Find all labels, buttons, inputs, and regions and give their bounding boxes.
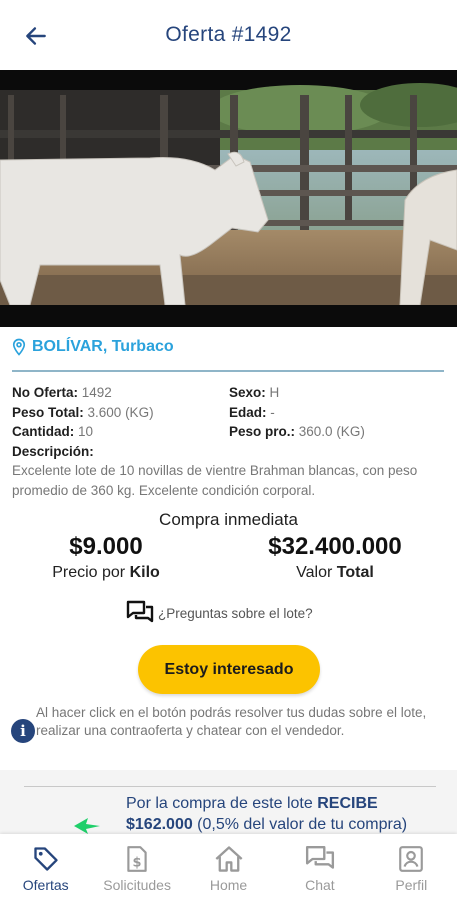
offer-details: No Oferta: 1492 Sexo: H Peso Total: 3.60… [12, 383, 448, 500]
questions-text: ¿Preguntas sobre el lote? [158, 605, 313, 621]
edad-label: Edad: [229, 404, 267, 420]
tag-icon [34, 847, 58, 871]
info-note: Al hacer click en el botón podrás resolv… [36, 705, 427, 738]
nav-item-chat[interactable]: Chat [274, 834, 365, 900]
map-pin-icon [12, 338, 26, 356]
no-oferta-value: 1492 [81, 385, 112, 400]
nav-item-home[interactable]: Home [183, 834, 274, 900]
edad-value: - [270, 404, 275, 420]
promo-amount: $162.000 [126, 816, 193, 833]
details-row: No Oferta: 1492 Sexo: H [12, 383, 448, 403]
nav-label-home: Home [209, 877, 248, 893]
nav-item-solicitudes[interactable]: $ Solicitudes [91, 834, 182, 900]
peso-pro-value: 360.0 (KG) [298, 424, 365, 439]
descripcion-value: Excelente lote de 10 novillas de vientre… [12, 463, 418, 498]
dollar-document-icon: $ [127, 846, 147, 872]
price-per-kilo-label: Precio por Kilo [26, 562, 186, 584]
details-row: Cantidad: 10 Peso pro.: 360.0 (KG) [12, 422, 448, 442]
page-title: Oferta #1492 [165, 23, 292, 46]
total-label-text: Valor [296, 564, 337, 581]
total-value: $32.400.000 [268, 533, 402, 560]
app-header: Oferta #1492 [0, 0, 457, 70]
divider [12, 370, 444, 372]
peso-pro-label: Peso pro.: [229, 424, 296, 439]
promo-text: Por la compra de este lote RECIBE $162.00… [126, 793, 456, 835]
details-row: Peso Total: 3.600 (KG) Edad: - [12, 403, 448, 423]
cantidad-value: 10 [78, 424, 94, 439]
chat-icon [305, 846, 334, 869]
interested-button[interactable]: Estoy interesado [138, 645, 320, 694]
sexo-value: H [269, 385, 280, 400]
cantidad-label: Cantidad: [12, 424, 75, 439]
promo-text-suffix: (0,5% del valor de tu compra) [192, 816, 408, 833]
buy-now-label: Compra inmediata [159, 510, 298, 529]
offer-photo[interactable] [0, 70, 457, 327]
questions-link[interactable]: ¿Preguntas sobre el lote? [126, 600, 313, 626]
back-button[interactable] [20, 20, 52, 52]
svg-text:$: $ [133, 856, 142, 871]
promo-text-prefix: Por la compra de este lote [126, 795, 318, 812]
nav-item-ofertas[interactable]: Ofertas [0, 834, 91, 900]
profile-icon [399, 846, 424, 872]
sexo-label: Sexo: [229, 385, 266, 400]
price-per-kilo-label-text: Precio por [52, 564, 130, 581]
total-label-bold: Total [336, 564, 374, 581]
nav-label-solicitudes: Solicitudes [103, 877, 171, 893]
cattle-photo [0, 70, 457, 327]
home-icon [215, 846, 242, 872]
location-text: BOLÍVAR, Turbaco [32, 338, 174, 355]
no-oferta-label: No Oferta: [12, 385, 79, 400]
chat-bubbles-icon [126, 600, 154, 623]
nav-label-perfil: Perfil [395, 877, 428, 893]
price-total: $32.400.000 Valor Total [240, 532, 430, 584]
offer-location[interactable]: BOLÍVAR, Turbaco [10, 337, 174, 357]
promo-text-bold: RECIBE [317, 795, 378, 812]
price-per-kilo: $9.000 Precio por Kilo [26, 532, 186, 584]
peso-total-label: Peso Total: [12, 404, 84, 420]
arrow-left-icon [26, 27, 46, 45]
total-label: Valor Total [240, 562, 430, 584]
nav-label-ofertas: Ofertas [22, 877, 69, 893]
price-per-kilo-label-bold: Kilo [129, 564, 160, 581]
nav-label-chat: Chat [305, 877, 335, 893]
bottom-nav: Ofertas $ Solicitudes Home Chat Perfil [0, 834, 457, 900]
nav-item-perfil[interactable]: Perfil [366, 834, 457, 900]
green-arrow-icon [74, 818, 100, 834]
price-per-kilo-value: $9.000 [69, 533, 143, 560]
info-icon: i [11, 719, 35, 743]
descripcion-label: Descripción: [12, 443, 94, 459]
peso-total-value: 3.600 (KG) [87, 404, 154, 420]
promo-divider [24, 786, 436, 787]
